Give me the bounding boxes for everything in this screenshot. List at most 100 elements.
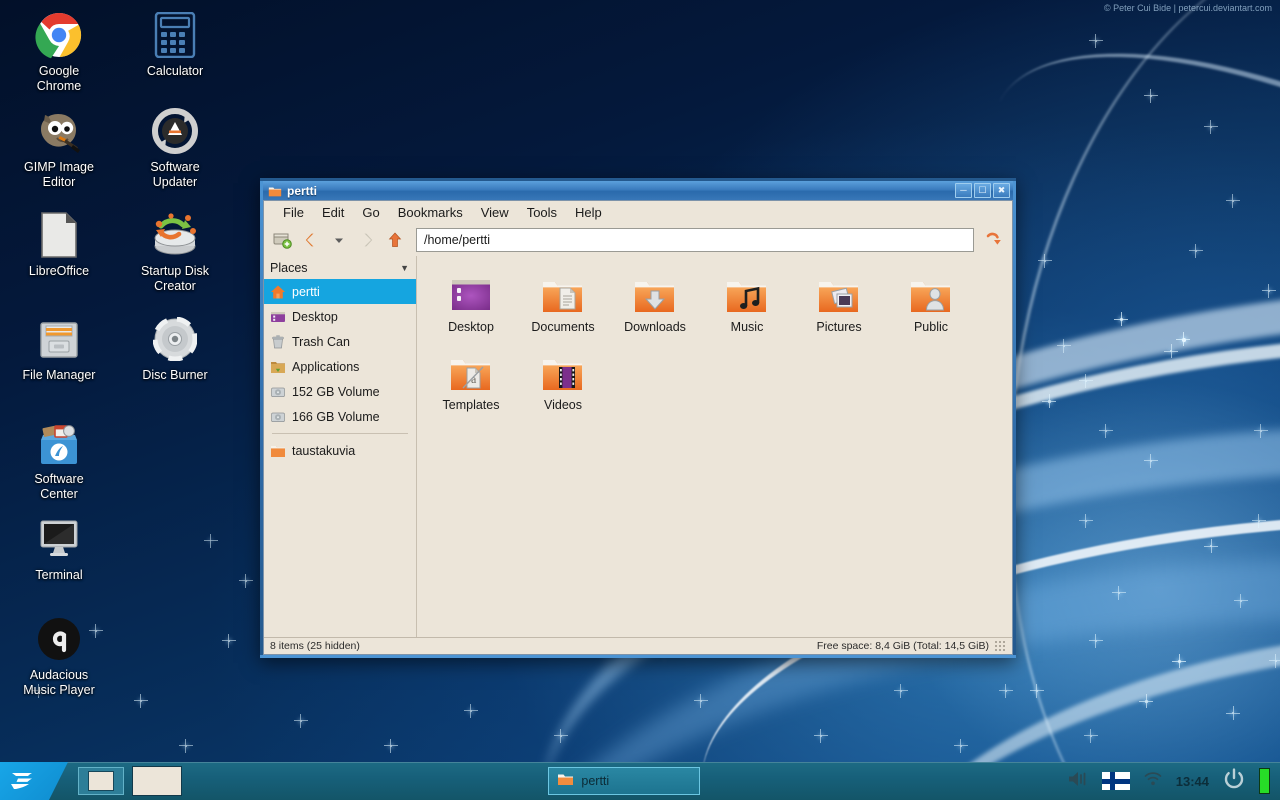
places-separator <box>272 433 408 434</box>
desktop-icon-software-center[interactable]: SoftwareCenter <box>6 416 112 502</box>
place-item-trash-can[interactable]: Trash Can <box>264 329 416 354</box>
menu-item-bookmarks[interactable]: Bookmarks <box>389 203 472 222</box>
place-item-label: taustakuvia <box>292 444 355 458</box>
zorin-menu-icon[interactable] <box>0 762 68 800</box>
show-desktop-button[interactable] <box>132 766 182 796</box>
menu-item-edit[interactable]: Edit <box>313 203 353 222</box>
file-item-templates[interactable]: a Templates <box>425 344 517 422</box>
file-list[interactable]: Desktop Documents Downloads Music Pictur… <box>417 256 1012 637</box>
star <box>960 745 962 747</box>
resize-grip[interactable] <box>994 640 1006 652</box>
reload-icon[interactable] <box>980 227 1006 253</box>
desktop-icon-disc-burner[interactable]: Disc Burner <box>122 312 228 383</box>
menu-item-tools[interactable]: Tools <box>518 203 566 222</box>
star <box>700 700 702 702</box>
desktop-icon-terminal[interactable]: Terminal <box>6 512 112 583</box>
places-header[interactable]: Places ▼ <box>264 256 416 279</box>
finland-flag-icon[interactable] <box>1102 772 1130 790</box>
star <box>1240 600 1242 602</box>
desktop-icon-audacious-music-player[interactable]: AudaciousMusic Player <box>6 612 112 698</box>
star <box>185 745 187 747</box>
chrome-icon <box>6 8 112 62</box>
battery-full-icon[interactable] <box>1259 768 1270 794</box>
place-item-desktop[interactable]: Desktop <box>264 304 416 329</box>
star <box>140 700 142 702</box>
file-item-public[interactable]: Public <box>885 266 977 344</box>
desktop-icon-label: File Manager <box>6 368 112 383</box>
menu-item-view[interactable]: View <box>472 203 518 222</box>
file-item-documents[interactable]: Documents <box>517 266 609 344</box>
file-item-videos[interactable]: Videos <box>517 344 609 422</box>
close-button[interactable]: ✖ <box>993 183 1010 198</box>
file-manager-icon <box>6 312 112 366</box>
star <box>1268 290 1270 292</box>
menu-item-help[interactable]: Help <box>566 203 611 222</box>
desktop-icon-file-manager[interactable]: File Manager <box>6 312 112 383</box>
chevron-down-icon[interactable]: ▼ <box>400 263 409 273</box>
file-item-pictures[interactable]: Pictures <box>793 266 885 344</box>
desktop-icon-label: Disc Burner <box>122 368 228 383</box>
path-input[interactable]: /home/pertti <box>416 228 974 252</box>
desktop-icon-libreoffice[interactable]: LibreOffice <box>6 208 112 279</box>
window-titlebar[interactable]: pertti ─ ☐ ✖ <box>263 181 1013 200</box>
software-center-icon <box>6 416 112 470</box>
desktop-icon-label: AudaciousMusic Player <box>6 668 112 698</box>
star <box>1260 430 1262 432</box>
star <box>1090 735 1092 737</box>
power-icon[interactable] <box>1222 767 1246 796</box>
minimize-button[interactable]: ─ <box>955 183 972 198</box>
toolbar: /home/pertti <box>264 224 1012 256</box>
star <box>1105 430 1107 432</box>
star <box>1232 200 1234 202</box>
workspace-switcher[interactable] <box>78 767 124 795</box>
file-item-label: Templates <box>443 398 500 412</box>
place-item-applications[interactable]: Applications <box>264 354 416 379</box>
star <box>1210 126 1212 128</box>
drive-icon <box>270 409 286 425</box>
desktop-icon-calculator[interactable]: Calculator <box>122 8 228 79</box>
status-bar: 8 items (25 hidden) Free space: 8,4 GiB … <box>264 637 1012 654</box>
places-sidebar: Places ▼ perttiDesktop Trash Can Applicati… <box>264 256 417 637</box>
chevron-down-icon[interactable] <box>326 227 352 253</box>
menu-item-go[interactable]: Go <box>353 203 388 222</box>
window-body: FileEditGoBookmarksViewToolsHelp <box>263 200 1013 655</box>
star <box>900 690 902 692</box>
menu-bar: FileEditGoBookmarksViewToolsHelp <box>264 201 1012 224</box>
taskbar-window-label: pertti <box>581 774 609 788</box>
new-tab-icon[interactable] <box>270 227 296 253</box>
place-item-taustakuvia[interactable]: taustakuvia <box>264 438 416 463</box>
desktop-icon-google-chrome[interactable]: GoogleChrome <box>6 8 112 94</box>
menu-item-file[interactable]: File <box>274 203 313 222</box>
place-item-label: Trash Can <box>292 335 350 349</box>
place-item-pertti[interactable]: pertti <box>264 279 416 304</box>
file-manager-window[interactable]: pertti ─ ☐ ✖ FileEditGoBookmarksViewTool… <box>260 178 1016 658</box>
up-arrow-icon[interactable] <box>382 227 408 253</box>
maximize-button[interactable]: ☐ <box>974 183 991 198</box>
desktop-icon-gimp-image-editor[interactable]: GIMP ImageEditor <box>6 104 112 190</box>
desktop-icon-label: Calculator <box>122 64 228 79</box>
folder-documents-icon <box>540 270 586 316</box>
star <box>1085 520 1087 522</box>
star <box>1095 640 1097 642</box>
file-item-downloads[interactable]: Downloads <box>609 266 701 344</box>
star <box>1095 40 1097 42</box>
wifi-icon[interactable] <box>1143 770 1163 792</box>
desktop-icon-label: GIMP ImageEditor <box>6 160 112 190</box>
workspace-cell[interactable] <box>88 771 114 791</box>
folder-downloads-icon <box>632 270 678 316</box>
clock[interactable]: 13:44 <box>1176 774 1209 789</box>
taskbar-window-pertti[interactable]: pertti <box>548 767 700 795</box>
file-item-label: Pictures <box>816 320 861 334</box>
file-item-desktop[interactable]: Desktop <box>425 266 517 344</box>
star <box>1063 345 1065 347</box>
desktop-icon-startup-disk-creator[interactable]: Startup DiskCreator <box>122 208 228 294</box>
place-item-152-gb-volume[interactable]: 152 GB Volume <box>264 379 416 404</box>
volume-icon[interactable] <box>1067 769 1089 794</box>
star <box>1085 380 1087 382</box>
place-item-166-gb-volume[interactable]: 166 GB Volume <box>264 404 416 429</box>
window-list: pertti <box>182 767 1067 795</box>
home-folder-icon <box>270 284 286 300</box>
file-item-music[interactable]: Music <box>701 266 793 344</box>
desktop-icon-software-updater[interactable]: SoftwareUpdater <box>122 104 228 190</box>
back-arrow-icon[interactable] <box>298 227 324 253</box>
